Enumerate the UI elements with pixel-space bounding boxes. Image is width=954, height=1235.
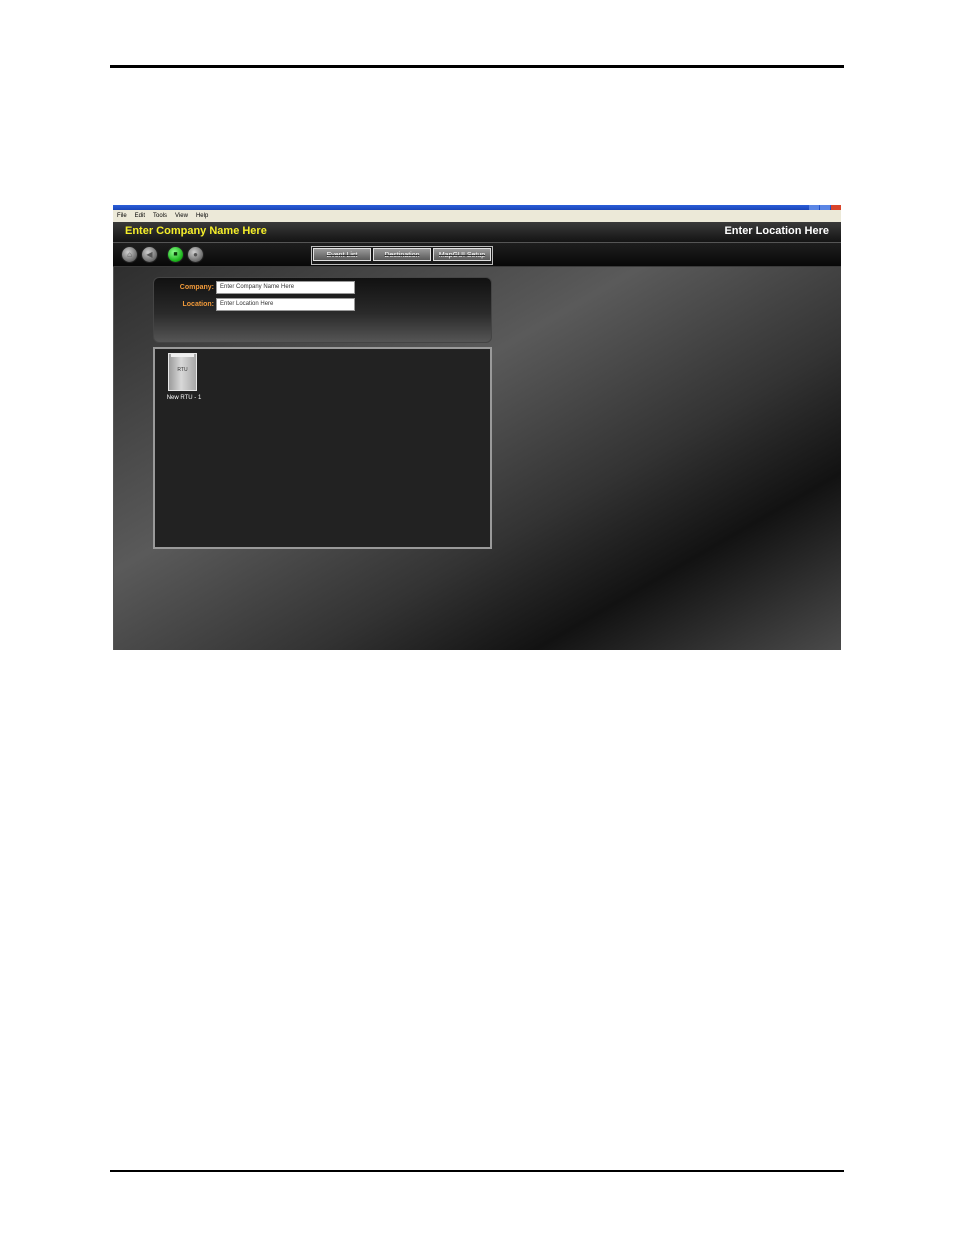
toolbar: ⌂ ◀ ■ ● Event List Destination MapGUI Se… bbox=[113, 243, 841, 267]
app-header: Enter Company Name Here Enter Location H… bbox=[113, 222, 841, 243]
back-button[interactable]: ◀ bbox=[141, 246, 158, 263]
stop-button[interactable]: ■ bbox=[167, 246, 184, 263]
rtu-icon[interactable]: RTU bbox=[168, 353, 197, 391]
menu-tools[interactable]: Tools bbox=[149, 210, 171, 222]
rtu-icon-label: RTU bbox=[177, 367, 188, 373]
back-icon: ◀ bbox=[146, 250, 153, 259]
page-bottom-rule bbox=[110, 1170, 844, 1172]
menu-file[interactable]: File bbox=[113, 210, 131, 222]
home-button[interactable]: ⌂ bbox=[121, 246, 138, 263]
tab-event-list[interactable]: Event List bbox=[313, 248, 371, 261]
location-field[interactable] bbox=[216, 298, 355, 311]
record-button[interactable]: ● bbox=[187, 246, 204, 263]
app-window: File Edit Tools View Help Enter Company … bbox=[113, 205, 841, 650]
tab-mapgui-setup[interactable]: MapGUI Setup bbox=[433, 248, 491, 261]
company-field[interactable] bbox=[216, 281, 355, 294]
tab-destination[interactable]: Destination bbox=[373, 248, 431, 261]
rtu-icon-cap bbox=[171, 354, 194, 357]
menu-view[interactable]: View bbox=[171, 210, 192, 222]
workspace-edge bbox=[113, 267, 114, 650]
location-label: Location: bbox=[182, 301, 215, 308]
location-title: Enter Location Here bbox=[724, 225, 829, 237]
menu-bar: File Edit Tools View Help bbox=[113, 210, 841, 222]
site-info-panel: Company: Location: bbox=[153, 277, 492, 343]
company-label: Company: bbox=[179, 284, 214, 291]
device-panel: RTU New RTU - 1 bbox=[153, 347, 492, 549]
menu-help[interactable]: Help bbox=[192, 210, 212, 222]
record-icon: ● bbox=[193, 250, 198, 259]
menu-edit[interactable]: Edit bbox=[131, 210, 149, 222]
company-title: Enter Company Name Here bbox=[125, 225, 267, 237]
page-top-rule bbox=[110, 65, 844, 68]
stop-icon: ■ bbox=[173, 251, 178, 258]
nav-tab-group: Event List Destination MapGUI Setup bbox=[311, 246, 493, 265]
rtu-name: New RTU - 1 bbox=[166, 395, 202, 401]
home-icon: ⌂ bbox=[127, 250, 132, 259]
